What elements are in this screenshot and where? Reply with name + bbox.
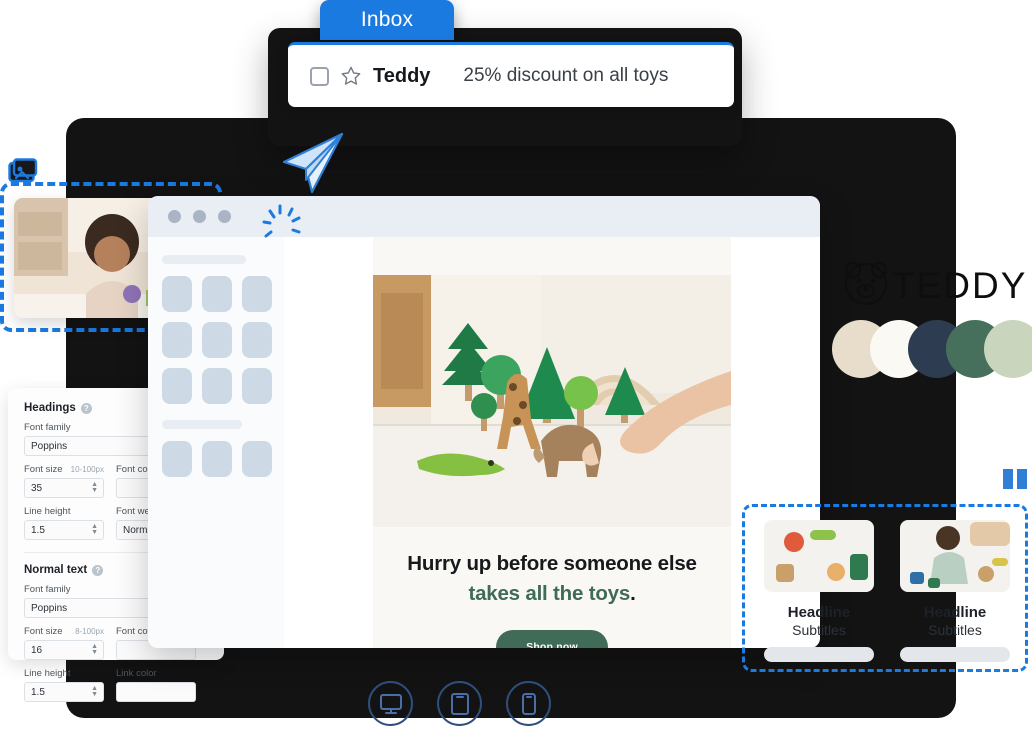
window-titlebar	[148, 196, 820, 238]
skeleton-tile[interactable]	[202, 368, 232, 404]
card-image	[764, 520, 874, 592]
email-cta-wrap: Shop now	[373, 630, 731, 648]
skeleton-tile[interactable]	[242, 441, 272, 477]
window-dot[interactable]	[193, 210, 206, 223]
skeleton-tile[interactable]	[162, 276, 192, 312]
help-icon[interactable]: ?	[80, 402, 92, 414]
label-link-color: Link color	[116, 668, 157, 679]
builder-canvas: Hurry up before someone else takes all t…	[284, 237, 820, 648]
email-builder-window: Hurry up before someone else takes all t…	[148, 196, 820, 648]
stepper-icon[interactable]: ▲ ▼	[91, 643, 98, 656]
skeleton-bar	[162, 420, 242, 429]
skeleton-tile[interactable]	[162, 441, 192, 477]
label-line-height: Line height	[24, 506, 71, 517]
mail-sender: Teddy	[373, 64, 431, 87]
label-font-size: Font size	[24, 464, 63, 475]
skeleton-tile[interactable]	[242, 276, 272, 312]
loading-spinner-icon	[262, 204, 301, 238]
hint-font-size-range: 10-100px	[70, 465, 104, 474]
skeleton-bar	[162, 255, 246, 264]
star-icon[interactable]	[340, 65, 362, 87]
label-font-size: Font size	[24, 626, 63, 637]
chevron-updown-icon[interactable]: ▲ ▼	[91, 685, 98, 698]
window-dot[interactable]	[168, 210, 181, 223]
text-link-color-input[interactable]	[116, 682, 196, 702]
skeleton-tile[interactable]	[202, 276, 232, 312]
tablet-preview-button[interactable]	[437, 681, 482, 726]
card-item[interactable]: Headline Subtitles	[764, 520, 874, 662]
desktop-preview-button[interactable]	[368, 681, 413, 726]
skeleton-grid	[162, 441, 272, 477]
mail-list-item[interactable]: Teddy 25% discount on all toys	[288, 42, 734, 107]
card-image	[900, 520, 1010, 592]
tab-inbox[interactable]: Inbox	[320, 0, 454, 40]
checkbox-icon[interactable]	[310, 66, 329, 86]
email-hero-image[interactable]	[373, 275, 731, 527]
window-dot[interactable]	[218, 210, 231, 223]
builder-sidebar	[148, 237, 284, 648]
skeleton-tile[interactable]	[162, 322, 192, 358]
card-item[interactable]: Headline Subtitles	[900, 520, 1010, 662]
card-button[interactable]	[900, 647, 1010, 662]
card-headline: Headline	[787, 604, 851, 621]
skeleton-tile[interactable]	[242, 322, 272, 358]
mobile-preview-button[interactable]	[506, 681, 551, 726]
mail-subject: 25% discount on all toys	[463, 65, 669, 86]
screenshot-root: Inbox Teddy 25% discount on all toys Hea…	[0, 0, 1032, 730]
card-subtitle: Subtitles	[792, 622, 846, 638]
heading-font-size-input[interactable]: 35 ▲ ▼	[24, 478, 104, 498]
toy-scene-illustration	[373, 275, 731, 527]
shop-now-button[interactable]: Shop now	[496, 630, 608, 648]
skeleton-tile[interactable]	[162, 368, 192, 404]
heading-line-height-select[interactable]: 1.5 ▲ ▼	[24, 520, 104, 540]
card-button[interactable]	[764, 647, 874, 662]
two-column-layout-icon[interactable]	[1002, 468, 1028, 490]
skeleton-grid	[162, 276, 272, 404]
stepper-icon[interactable]: ▲ ▼	[91, 481, 98, 494]
image-gallery-icon[interactable]	[8, 158, 38, 184]
teddy-bear-icon	[844, 261, 888, 306]
help-icon[interactable]: ?	[92, 564, 104, 576]
tablet-icon	[450, 692, 469, 715]
label-line-height: Line height	[24, 668, 71, 679]
builder-body: Hurry up before someone else takes all t…	[148, 237, 820, 648]
skeleton-tile[interactable]	[202, 441, 232, 477]
skeleton-tile[interactable]	[242, 368, 272, 404]
card-subtitle: Subtitles	[928, 622, 982, 638]
text-line-height-select[interactable]: 1.5 ▲ ▼	[24, 682, 104, 702]
email-headline: Hurry up before someone else takes all t…	[407, 552, 697, 605]
skeleton-tile[interactable]	[202, 322, 232, 358]
brand-logo: TEDDY	[844, 261, 1027, 306]
desktop-icon	[379, 693, 402, 714]
chevron-updown-icon[interactable]: ▲ ▼	[91, 523, 98, 536]
text-font-size-input[interactable]: 16 ▲ ▼	[24, 640, 104, 660]
device-preview-toolbar	[368, 681, 551, 726]
card-headline: Headline	[923, 604, 987, 621]
svg-text:TEDDY: TEDDY	[892, 265, 1027, 306]
mobile-icon	[521, 692, 536, 715]
email-preview: Hurry up before someone else takes all t…	[373, 237, 731, 648]
hint-font-size-range: 8-100px	[75, 627, 104, 636]
